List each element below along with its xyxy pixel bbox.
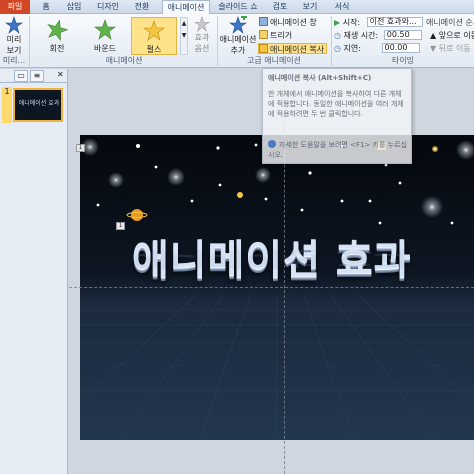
effect-options-icon — [194, 16, 210, 32]
duration-row: ◷ 재생 시간: 00.50 — [334, 30, 422, 41]
gallery-label-spin: 회전 — [49, 44, 65, 53]
tooltip-body: 한 개체에서 애니메이션을 복사하여 다른 개체에 적용합니다. 동일한 애니메… — [268, 90, 404, 118]
ribbon-tab-bar: 파일 홈 삽입 디자인 전환 애니메이션 슬라이드 쇼 검토 보기 서식 — [0, 0, 474, 15]
help-icon — [268, 140, 276, 148]
group-label-preview: 미리... — [2, 56, 26, 65]
effect-options-button[interactable]: 효과 옵션 — [191, 16, 213, 54]
gallery-item-bounce[interactable]: 바운드 — [82, 17, 128, 55]
animation-painter-label: 애니메이션 복사 — [270, 45, 325, 54]
pulse-star-icon — [143, 20, 165, 41]
group-label-animation: 애니메이션 — [105, 56, 143, 65]
preview-label-1: 미리 — [6, 35, 22, 44]
gallery-label-pulse: 펄스 — [146, 45, 162, 54]
trigger-label: 트리거 — [270, 31, 293, 40]
ribbon: 미리 보기 미리... 회전 바운드 펄스 ▲ ▼ 효과 옵션 애니메이션 애니… — [0, 14, 474, 68]
tab-7[interactable]: 검토 — [268, 0, 292, 14]
outline-tab[interactable]: ≡ — [30, 70, 44, 82]
delay-row: ◷ 지연: 00.00 — [334, 43, 420, 54]
horizontal-guide[interactable] — [69, 287, 474, 288]
add-animation-icon — [229, 16, 247, 34]
pane-tabs: ▭ ≡ ✕ — [0, 69, 68, 83]
animation-pane-label: 애니메이션 창 — [270, 18, 317, 27]
slide-title-reflection: 애니메이션 효과 — [132, 247, 412, 270]
effect-options-label-2: 옵션 — [194, 44, 210, 53]
move-earlier-label: 앞으로 이동 — [438, 31, 474, 40]
slide-thumbnail[interactable]: 애니메이션 효과 — [13, 88, 63, 122]
tab-0[interactable]: 파일 — [0, 0, 30, 14]
duration-input[interactable]: 00.50 — [383, 30, 422, 40]
gallery-scroll[interactable]: ▲ ▼ — [180, 17, 188, 55]
slides-tab-icon: ▭ — [17, 71, 25, 80]
thumbnail-title: 애니메이션 효과 — [18, 100, 60, 107]
group-label-advanced: 고급 애니메이션 — [246, 56, 302, 65]
move-earlier-button[interactable]: ▲ 앞으로 이동 — [430, 30, 474, 41]
animation-pane-button[interactable]: 애니메이션 창 — [259, 17, 317, 28]
reorder-label: 애니메이션 순서 바꾸기 — [426, 18, 474, 27]
tooltip-footer-text: 자세한 도움말을 보려면 <F1> 키를 누르십시오. — [268, 141, 407, 159]
tab-1[interactable]: 홈 — [36, 0, 56, 14]
tab-9[interactable]: 서식 — [330, 0, 354, 14]
add-animation-label-1: 애니메이션 — [219, 35, 257, 44]
animation-painter-tooltip: 애니메이션 복사 (Alt+Shift+C) 한 개체에서 애니메이션을 복사하… — [262, 68, 412, 164]
preview-star-icon — [5, 16, 23, 34]
group-label-timing: 타이밍 — [391, 56, 415, 65]
tooltip-footer: 자세한 도움말을 보려면 <F1> 키를 누르십시오. — [268, 140, 411, 160]
animation-tag[interactable]: 1 — [76, 144, 85, 152]
scroll-down-icon: ▼ — [181, 32, 187, 39]
effect-options-label-1: 효과 — [194, 33, 210, 42]
tab-4[interactable]: 전환 — [130, 0, 154, 14]
add-animation-label-2: 추가 — [230, 46, 246, 55]
outline-tab-icon: ≡ — [33, 71, 41, 80]
separator — [29, 16, 30, 66]
close-pane-icon[interactable]: ✕ — [57, 70, 64, 79]
animation-pane-icon — [259, 17, 268, 26]
spin-star-icon — [47, 19, 69, 42]
preview-button[interactable]: 미리 보기 — [2, 16, 26, 56]
add-animation-button[interactable]: 애니메이션 추가 — [219, 16, 257, 56]
move-later-button[interactable]: ▼ 뒤로 이동 — [430, 43, 471, 54]
tooltip-title: 애니메이션 복사 (Alt+Shift+C) — [268, 74, 372, 82]
scroll-up-icon: ▲ — [181, 20, 187, 27]
start-row: ▶ 시작: 이전 효과와... — [334, 17, 423, 28]
gallery-item-pulse[interactable]: 펄스 — [131, 17, 177, 55]
tab-6[interactable]: 슬라이드 쇼 — [214, 0, 262, 14]
animation-tag[interactable]: 1 — [116, 222, 125, 230]
animation-painter-button[interactable]: 애니메이션 복사 — [258, 43, 328, 54]
trigger-button[interactable]: 트리거 — [259, 30, 292, 41]
tab-2[interactable]: 삽입 — [62, 0, 86, 14]
slide-number: 1 — [2, 87, 12, 123]
tab-8[interactable]: 보기 — [298, 0, 322, 14]
start-icon: ▶ — [334, 18, 343, 27]
bounce-star-icon — [94, 19, 116, 40]
duration-icon: ◷ — [334, 31, 344, 40]
move-later-icon: ▼ — [430, 44, 439, 53]
delay-icon: ◷ — [334, 44, 344, 53]
slides-tab[interactable]: ▭ — [14, 70, 28, 82]
start-label: 시작: — [342, 18, 361, 27]
tab-3[interactable]: 디자인 — [92, 0, 124, 14]
move-later-label: 뒤로 이동 — [438, 44, 471, 53]
slides-pane: ▭ ≡ ✕ 1 애니메이션 효과 — [0, 69, 68, 474]
powerpoint-window: 파일 홈 삽입 디자인 전환 애니메이션 슬라이드 쇼 검토 보기 서식 미리 보기 미리... … — [0, 0, 474, 474]
animation-painter-icon — [259, 44, 268, 53]
tab-5[interactable]: 애니메이션 — [162, 0, 210, 15]
gallery-item-spin[interactable]: 회전 — [34, 17, 80, 55]
duration-label: 재생 시간: — [343, 31, 379, 40]
delay-label: 지연: — [343, 44, 361, 53]
move-earlier-icon: ▲ — [430, 31, 439, 40]
gallery-label-bounce: 바운드 — [93, 44, 117, 53]
preview-label-2: 보기 — [6, 46, 22, 55]
delay-input[interactable]: 00.00 — [381, 43, 420, 53]
start-select[interactable]: 이전 효과와... — [366, 17, 423, 27]
trigger-icon — [259, 30, 268, 39]
